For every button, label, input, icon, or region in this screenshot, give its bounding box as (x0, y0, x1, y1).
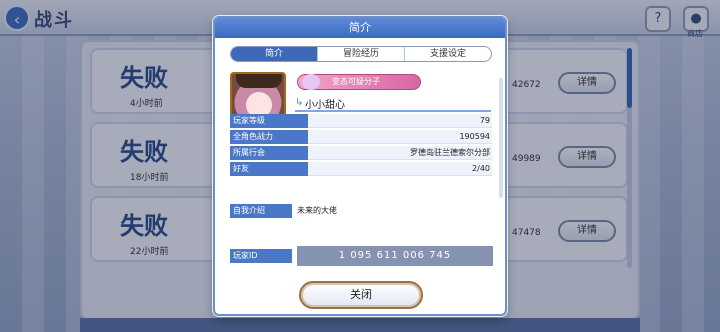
profile-tabs: 简介 冒险经历 支援设定 (230, 46, 492, 62)
modal-scrollbar[interactable] (499, 78, 503, 198)
stat-row-level: 玩家等级 79 (230, 114, 492, 128)
modal-title: 简介 (215, 18, 505, 38)
badge-character-icon (302, 74, 320, 90)
intro-label: 自我介绍 (230, 204, 292, 218)
stat-label: 所属行会 (230, 146, 308, 160)
stat-label: 全角色战力 (230, 130, 308, 144)
player-name: 小小甜心 (305, 100, 345, 111)
stat-label: 玩家等级 (230, 114, 308, 128)
name-underline (295, 110, 491, 112)
stat-row-guild: 所属行会 罗德岛驻兰德索尔分部 (230, 146, 492, 160)
tab-profile[interactable]: 简介 (231, 47, 318, 61)
stat-row-power: 全角色战力 190594 (230, 130, 492, 144)
intro-text: 未来的大佬 (297, 206, 337, 215)
name-hook-icon: ↳ (295, 97, 304, 108)
stat-row-friends: 好友 2/40 (230, 162, 492, 176)
close-button[interactable]: 关闭 (299, 281, 423, 309)
title-badge-text: 变态可疑分子 (332, 77, 380, 86)
tab-support[interactable]: 支援设定 (405, 47, 491, 61)
stat-value: 190594 (459, 132, 490, 141)
stat-value: 罗德岛驻兰德索尔分部 (410, 148, 490, 157)
tab-adventure[interactable]: 冒险经历 (318, 47, 405, 61)
avatar-hat (236, 74, 282, 88)
profile-modal: 简介 简介 冒险经历 支援设定 变态可疑分子 ↳ 小小甜心 玩家等级 79 全角… (213, 16, 507, 316)
player-id-value: 1 095 611 006 745 (297, 246, 493, 266)
stat-value: 79 (479, 116, 490, 125)
stat-value: 2/40 (472, 164, 490, 173)
player-id-label: 玩家ID (230, 249, 292, 263)
title-badge: 变态可疑分子 (297, 74, 421, 90)
stat-label: 好友 (230, 162, 308, 176)
